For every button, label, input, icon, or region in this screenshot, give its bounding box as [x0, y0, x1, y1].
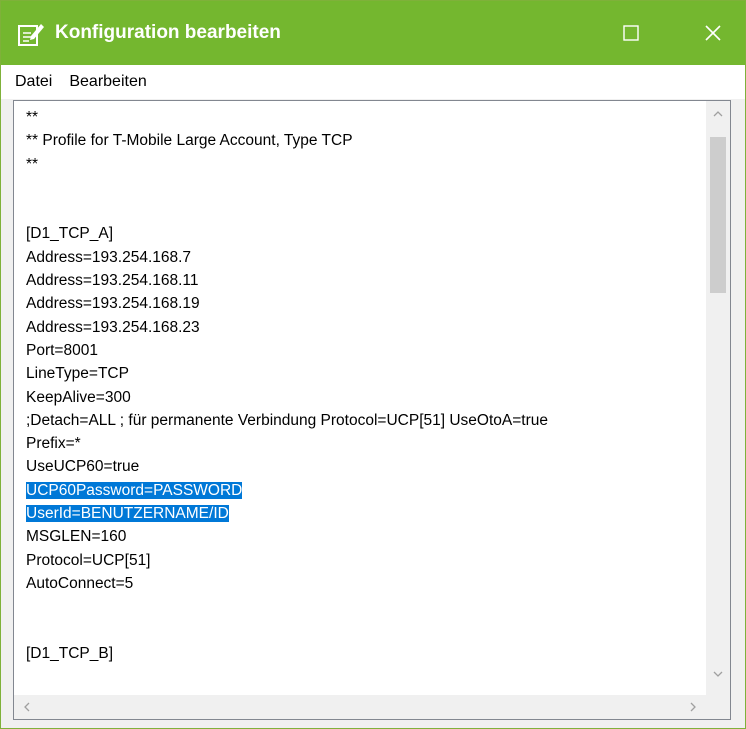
text-line[interactable]: ;Detach=ALL ; für permanente Verbindung … [26, 409, 704, 432]
text-line[interactable]: UseUCP60=true [26, 455, 704, 478]
text-line[interactable] [26, 595, 704, 618]
line-text: MSGLEN=160 [26, 528, 127, 546]
line-text: ** Profile for T-Mobile Large Account, T… [26, 132, 353, 150]
edit-document-icon [18, 24, 44, 46]
scrollbar-corner [706, 695, 730, 719]
text-line[interactable]: ** Profile for T-Mobile Large Account, T… [26, 129, 704, 152]
scroll-right-button[interactable] [680, 695, 706, 719]
line-text: Protocol=UCP[51] [26, 551, 151, 569]
line-text: [D1_TCP_B] [26, 644, 114, 662]
text-line[interactable] [26, 619, 704, 642]
selected-text: UserId=BENUTZERNAME/ID [26, 505, 229, 523]
text-line[interactable]: LineType=TCP [26, 362, 704, 385]
text-line[interactable] [26, 199, 704, 222]
close-button[interactable] [683, 1, 743, 65]
text-line[interactable]: [D1_TCP_B] [26, 642, 704, 665]
text-line[interactable]: AutoConnect=5 [26, 572, 704, 595]
text-line[interactable]: Address=193.254.168.7 [26, 246, 704, 269]
menu-bearbeiten[interactable]: Bearbeiten [69, 73, 146, 91]
text-line[interactable]: MSGLEN=160 [26, 525, 704, 548]
text-line[interactable]: [D1_TCP_A] [26, 222, 704, 245]
line-text: LineType=TCP [26, 365, 129, 383]
title-bar[interactable]: Konfiguration bearbeiten [1, 1, 745, 65]
line-text: Address=193.254.168.23 [26, 318, 200, 336]
menu-bar: Datei Bearbeiten [1, 65, 745, 99]
line-text: Address=193.254.168.7 [26, 248, 192, 266]
chevron-up-icon [713, 111, 723, 117]
maximize-button[interactable] [601, 1, 661, 65]
text-line[interactable] [26, 176, 704, 199]
text-line[interactable]: Prefix=* [26, 432, 704, 455]
line-text: UseUCP60=true [26, 458, 140, 476]
close-icon [705, 25, 721, 41]
text-line[interactable]: ** [26, 153, 704, 176]
line-text: Port=8001 [26, 341, 98, 359]
scroll-left-button[interactable] [14, 695, 40, 719]
line-text: AutoConnect=5 [26, 574, 134, 592]
editor-window: Konfiguration bearbeiten Datei Bearbeite… [0, 0, 746, 729]
line-text: Address=193.254.168.11 [26, 272, 199, 290]
line-text: Address=193.254.168.19 [26, 295, 200, 313]
vertical-scrollbar[interactable] [706, 101, 730, 697]
line-text: Prefix=* [26, 435, 81, 453]
menu-datei[interactable]: Datei [15, 73, 52, 91]
text-line[interactable]: Protocol=UCP[51] [26, 549, 704, 572]
selected-text: UCP60Password=PASSWORD [26, 481, 243, 499]
text-line[interactable]: ** [26, 106, 704, 129]
line-text: KeepAlive=300 [26, 388, 131, 406]
scroll-down-button[interactable] [706, 661, 730, 687]
text-editor[interactable]: ** ** Profile for T-Mobile Large Account,… [13, 100, 731, 720]
maximize-icon [623, 25, 639, 41]
chevron-down-icon [713, 671, 723, 677]
line-text: ;Detach=ALL ; für permanente Verbindung … [26, 411, 548, 429]
vertical-scroll-thumb[interactable] [710, 137, 726, 293]
text-line[interactable]: Address=193.254.168.23 [26, 316, 704, 339]
line-text: ** [26, 155, 39, 173]
text-line[interactable]: Address=193.254.168.19 [26, 292, 704, 315]
chevron-left-icon [24, 702, 30, 712]
window-title: Konfiguration bearbeiten [55, 22, 281, 43]
line-text: ** [26, 109, 39, 126]
text-line[interactable]: KeepAlive=300 [26, 386, 704, 409]
text-line[interactable]: Port=8001 [26, 339, 704, 362]
text-line[interactable]: Address=193.254.168.11 [26, 269, 704, 292]
text-content[interactable]: ** ** Profile for T-Mobile Large Account,… [26, 106, 704, 686]
horizontal-scrollbar[interactable] [14, 695, 706, 719]
line-text: [D1_TCP_A] [26, 225, 114, 243]
text-line[interactable]: UCP60Password=PASSWORD [26, 479, 704, 502]
chevron-right-icon [690, 702, 696, 712]
scroll-up-button[interactable] [706, 101, 730, 127]
text-line[interactable]: UserId=BENUTZERNAME/ID [26, 502, 704, 525]
